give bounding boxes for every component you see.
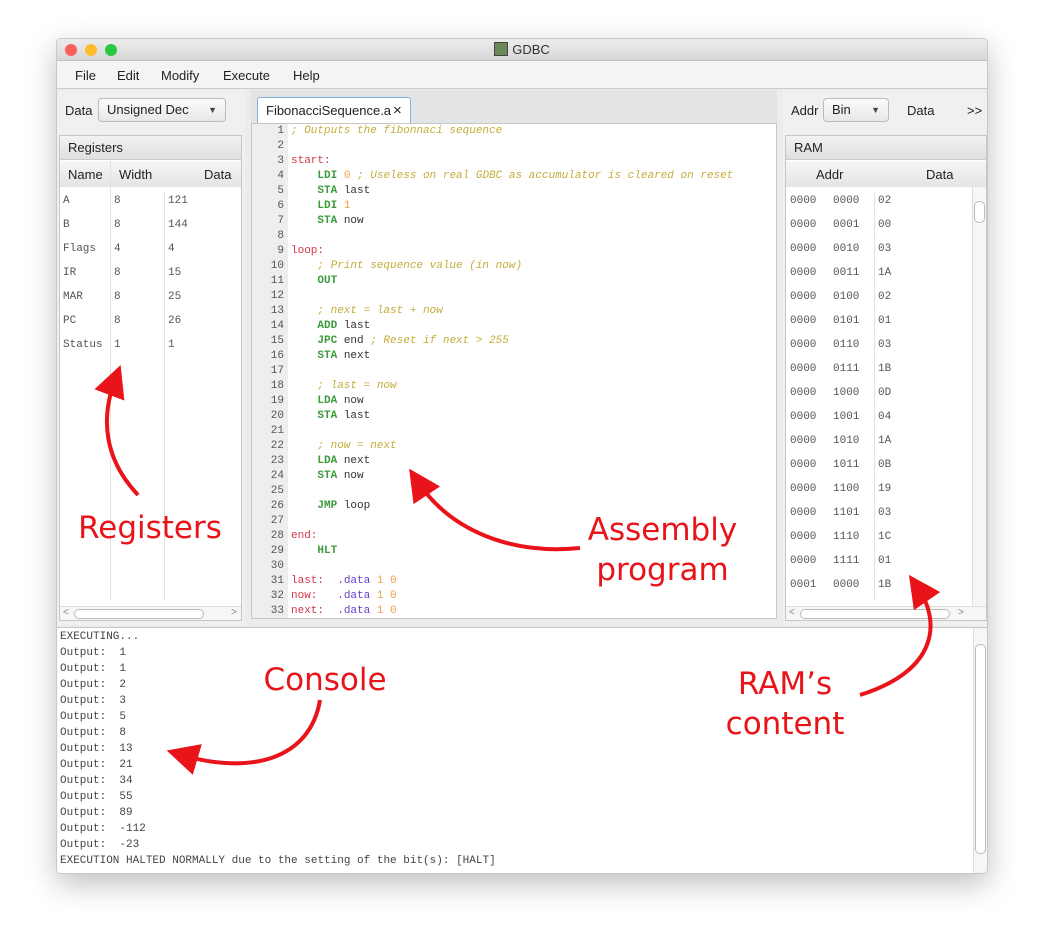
annotation-registers: Registers <box>78 510 222 546</box>
assembly-arrow <box>409 468 581 552</box>
annotation-console: Console <box>263 662 387 698</box>
ram-arrow <box>859 574 941 697</box>
registers-arrow <box>94 365 140 497</box>
annotation-arrows <box>94 365 941 775</box>
annotation-assembly: Assembly program <box>587 512 738 588</box>
console-arrow <box>166 699 322 775</box>
annotation-ram: RAM’s content <box>725 666 845 742</box>
